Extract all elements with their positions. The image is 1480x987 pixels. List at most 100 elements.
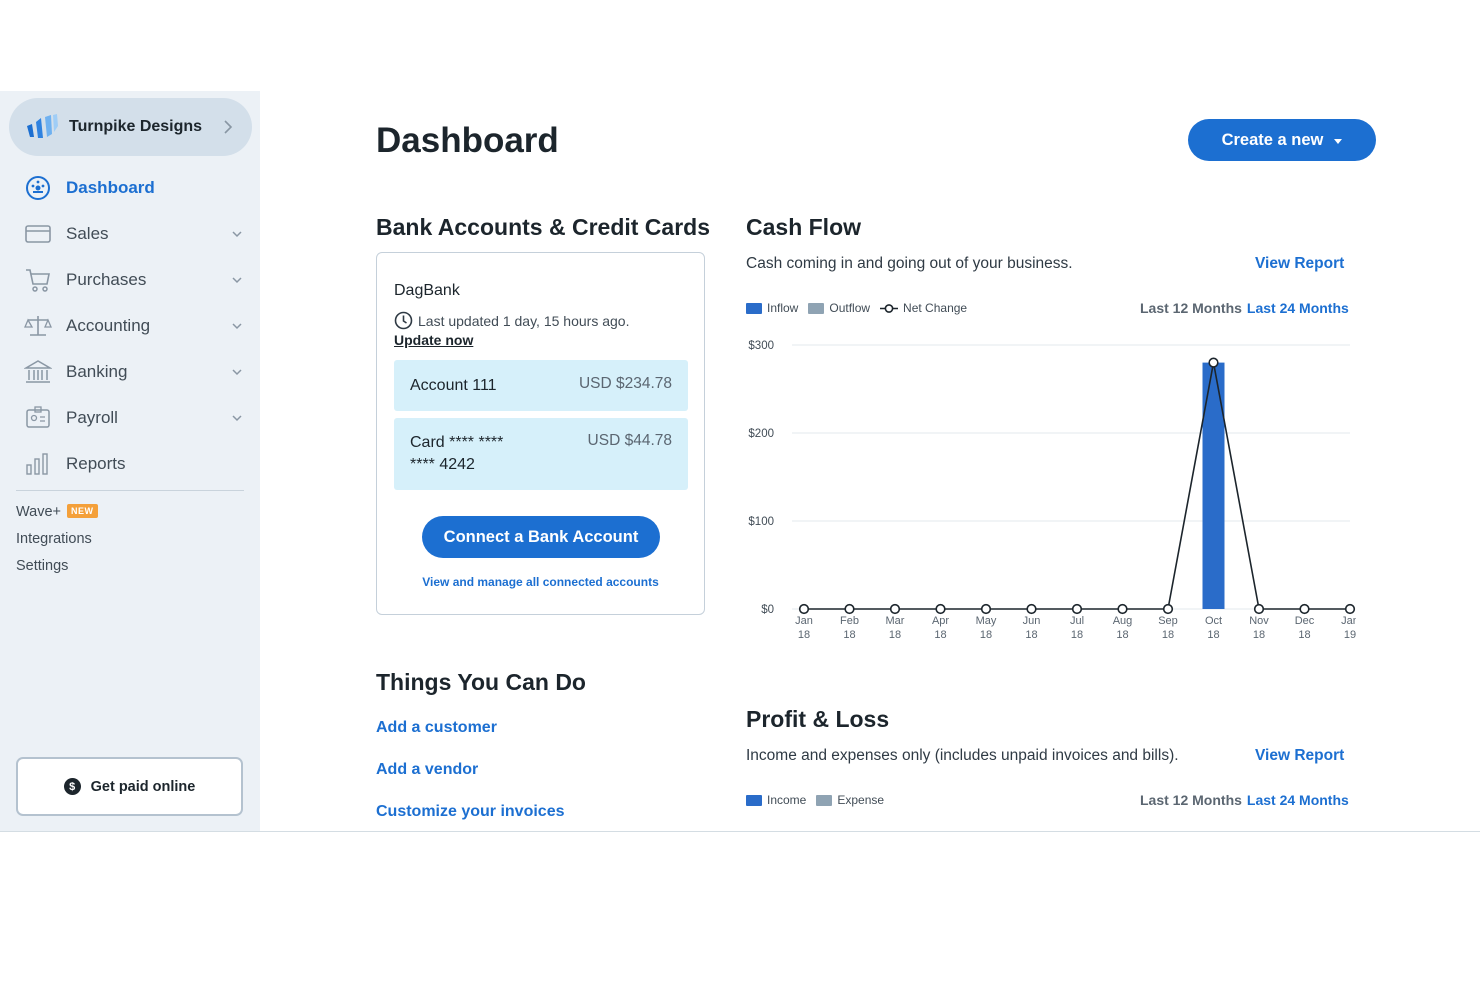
chevron-right-icon [224,120,233,134]
wave-plus-label: Wave+ [16,504,61,520]
create-new-button[interactable]: Create a new [1188,119,1376,161]
x-tick-label: Jul [1070,615,1084,627]
x-tick-label: Dec [1295,615,1315,627]
legend-label: Inflow [767,301,799,315]
caret-down-icon [1334,138,1343,144]
legend-outflow[interactable]: Outflow [808,301,870,315]
nav-dashboard[interactable]: Dashboard [0,168,260,208]
add-customer-link[interactable]: Add a customer [376,719,497,737]
net-change-point [1344,603,1356,615]
cash-flow-chart: $0 $100 $200 $300 Jan 18 Feb 18 Mar 18 Apr 18 May 18 J… [748,340,1356,641]
account-row[interactable]: Card **** **** **** 4242 USD $44.78 [394,418,688,490]
nav-banking[interactable]: Banking [0,352,260,392]
sidebar: Turnpike Designs Dashboard Sales Purchas… [0,91,260,831]
profit-loss-description: Income and expenses only (includes unpai… [746,747,1179,764]
y-tick-label: $300 [748,340,774,352]
legend-label: Income [767,793,807,807]
clock-icon [394,311,413,330]
legend-income[interactable]: Income [746,793,806,807]
y-tick-label: $100 [748,516,774,528]
nav-sales[interactable]: Sales [0,214,260,254]
customize-invoices-link[interactable]: Customize your invoices [376,803,565,821]
x-tick-label: Aug [1113,615,1133,627]
cash-flow-range: Last 12 Months Last 24 Months [1140,300,1349,316]
x-tick-label: Apr [932,615,949,627]
range-24-months[interactable]: Last 24 Months [1247,300,1349,316]
nav-label: Reports [66,454,126,473]
net-change-point [1208,357,1219,368]
wave-logo-icon [27,114,58,138]
add-vendor-link[interactable]: Add a vendor [376,761,478,779]
chevron-down-icon [232,277,242,284]
update-now-link[interactable]: Update now [394,332,473,348]
nav-label: Accounting [66,316,151,335]
account-row[interactable]: Account 111 USD $234.78 [394,360,688,411]
nav-wave-plus[interactable]: Wave+ NEW [16,504,98,520]
create-new-label: Create a new [1221,130,1324,149]
cart-icon [24,267,52,293]
scale-icon [24,313,52,339]
legend-label: Net Change [903,301,968,315]
range-12-months[interactable]: Last 12 Months [1140,792,1242,808]
page-title: Dashboard [376,121,559,160]
inflow-bar [1202,362,1225,609]
new-badge: NEW [67,504,98,518]
profit-loss-legend: Income Expense [746,793,894,807]
bank-icon [24,359,52,385]
x-tick-label: 18 [843,629,855,641]
nav-label: Dashboard [66,178,155,197]
profit-loss-heading: Profit & Loss [746,706,890,732]
bank-accounts-heading: Bank Accounts & Credit Cards [376,214,710,240]
nav-reports[interactable]: Reports [0,444,260,484]
range-24-months[interactable]: Last 24 Months [1247,792,1349,808]
net-change-point [935,603,946,615]
x-tick-label: 18 [1116,629,1128,641]
cash-flow-legend: Inflow Outflow Net Change [746,301,977,315]
net-change-point [798,603,810,615]
y-tick-label: $200 [748,428,774,440]
x-tick-label: Jan [1341,615,1356,627]
net-change-point [1117,603,1128,615]
business-name: Turnpike Designs [69,118,203,135]
connect-bank-account-button[interactable]: Connect a Bank Account [422,516,660,558]
last-updated: Last updated 1 day, 15 hours ago. [394,311,629,330]
nav-divider [16,490,244,491]
net-change-point [1026,603,1037,615]
nav-settings[interactable]: Settings [16,558,68,574]
chevron-down-icon [232,369,242,376]
nav-accounting[interactable]: Accounting [0,306,260,346]
legend-net-change[interactable]: Net Change [880,301,967,315]
last-updated-text: Last updated 1 day, 15 hours ago. [418,312,630,329]
net-change-line [804,362,1350,610]
nav-label: Sales [66,224,109,243]
legend-expense[interactable]: Expense [816,793,884,807]
x-tick-label: Sep [1158,615,1178,627]
nav-label: Payroll [66,408,118,427]
cash-flow-view-report-link[interactable]: View Report [1255,255,1344,273]
inflow-swatch [746,302,762,314]
profit-loss-view-report-link[interactable]: View Report [1255,747,1344,765]
outflow-swatch [808,302,825,314]
get-paid-online-button[interactable]: $ Get paid online [16,757,243,816]
x-tick-label: 18 [1253,629,1265,641]
payroll-icon [24,405,52,431]
nav-payroll[interactable]: Payroll [0,398,260,438]
x-tick-label: 18 [889,629,901,641]
manage-accounts-link[interactable]: View and manage all connected accounts [377,575,704,589]
range-12-months[interactable]: Last 12 Months [1140,300,1242,316]
x-tick-label: Oct [1205,615,1222,627]
card-name-line1: Card **** **** [410,434,504,451]
legend-inflow[interactable]: Inflow [746,301,798,315]
legend-label: Outflow [829,301,871,315]
x-tick-label: Jan [795,615,813,627]
business-switcher[interactable]: Turnpike Designs [9,98,252,156]
dollar-icon: $ [63,778,81,795]
x-tick-label: 18 [934,629,946,641]
x-tick-label: Nov [1249,615,1269,627]
nav-purchases[interactable]: Purchases [0,260,260,300]
x-tick-label: May [976,615,997,627]
nav-integrations[interactable]: Integrations [16,531,92,547]
bar-chart-icon [24,451,52,477]
x-tick-label: 18 [1025,629,1037,641]
things-heading: Things You Can Do [376,669,586,695]
